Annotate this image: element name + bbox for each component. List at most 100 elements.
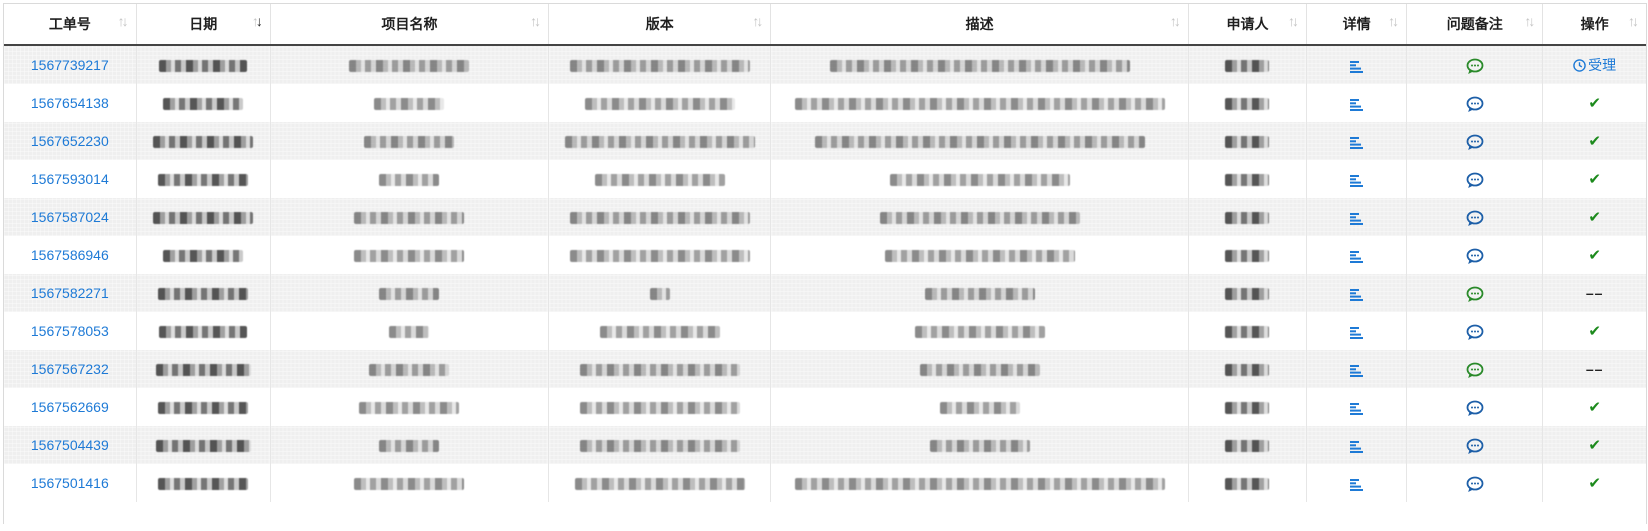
ticket-id-link[interactable]: 1567587024 bbox=[31, 209, 109, 225]
detail-lines-icon[interactable] bbox=[1350, 250, 1364, 264]
ticket-id-cell[interactable]: 1567652230 bbox=[4, 122, 137, 160]
ticket-id-cell[interactable]: 1567586946 bbox=[4, 236, 137, 274]
column-header-issue-note[interactable]: 问题备注 ↑↓ bbox=[1406, 4, 1544, 46]
redacted-text bbox=[914, 326, 1045, 339]
ticket-id-cell[interactable]: 1567567232 bbox=[4, 350, 137, 388]
ticket-id-link[interactable]: 1567504439 bbox=[31, 437, 109, 453]
ticket-id-cell[interactable]: 1567593014 bbox=[4, 160, 137, 198]
table-row[interactable]: 1567578053 ✔ bbox=[4, 312, 1646, 350]
detail-lines-icon[interactable] bbox=[1350, 326, 1364, 340]
table-row[interactable]: 1567582271 –– bbox=[4, 274, 1646, 312]
table-row[interactable]: 1567654138 ✔ bbox=[4, 84, 1646, 122]
ticket-id-cell[interactable]: 1567739217 bbox=[4, 45, 137, 84]
ticket-id-cell[interactable]: 1567504439 bbox=[4, 426, 137, 464]
ticket-id-cell[interactable]: 1567562669 bbox=[4, 388, 137, 426]
ticket-id-link[interactable]: 1567582271 bbox=[31, 285, 109, 301]
table-row[interactable]: 1567586946 ✔ bbox=[4, 236, 1646, 274]
column-header-version[interactable]: 版本 ↑↓ bbox=[548, 4, 772, 46]
ticket-id-link[interactable]: 1567654138 bbox=[31, 95, 109, 111]
sort-arrows-icon[interactable]: ↑↓ bbox=[1628, 13, 1639, 29]
redacted-text bbox=[158, 402, 249, 415]
ticket-id-link[interactable]: 1567739217 bbox=[31, 57, 109, 73]
description-cell bbox=[770, 160, 1189, 198]
sort-arrows-icon[interactable]: ↑↓ bbox=[1524, 13, 1535, 29]
detail-lines-icon[interactable] bbox=[1350, 174, 1364, 188]
project-name-cell bbox=[270, 426, 550, 464]
ticket-id-link[interactable]: 1567578053 bbox=[31, 323, 109, 339]
column-header-project-name[interactable]: 项目名称 ↑↓ bbox=[270, 4, 550, 46]
date-cell bbox=[136, 464, 271, 502]
detail-lines-icon[interactable] bbox=[1350, 440, 1364, 454]
table-row[interactable]: 1567504439 ✔ bbox=[4, 426, 1646, 464]
detail-lines-icon[interactable] bbox=[1350, 60, 1364, 74]
table-row[interactable]: 1567567232 –– bbox=[4, 350, 1646, 388]
ticket-id-cell[interactable]: 1567654138 bbox=[4, 84, 137, 122]
chat-bubble-icon[interactable] bbox=[1466, 438, 1484, 454]
redacted-text bbox=[364, 136, 455, 149]
chat-bubble-icon[interactable] bbox=[1466, 210, 1484, 226]
sort-arrows-icon[interactable]: ↑↓ bbox=[1170, 13, 1181, 29]
sort-arrows-icon[interactable]: ↑↓ bbox=[530, 13, 541, 29]
redacted-text bbox=[158, 478, 249, 491]
project-name-cell bbox=[270, 388, 550, 426]
detail-lines-icon[interactable] bbox=[1350, 98, 1364, 112]
ticket-id-link[interactable]: 1567593014 bbox=[31, 171, 109, 187]
chat-bubble-icon[interactable] bbox=[1466, 134, 1484, 150]
ticket-id-link[interactable]: 1567567232 bbox=[31, 361, 109, 377]
ticket-id-link[interactable]: 1567586946 bbox=[31, 247, 109, 263]
no-action-dash: –– bbox=[1585, 285, 1604, 301]
chat-bubble-icon[interactable] bbox=[1466, 324, 1484, 340]
detail-lines-icon[interactable] bbox=[1350, 478, 1364, 492]
ticket-id-cell[interactable]: 1567501416 bbox=[4, 464, 137, 502]
chat-bubble-icon[interactable] bbox=[1466, 286, 1484, 302]
chat-bubble-icon[interactable] bbox=[1466, 362, 1484, 378]
chat-bubble-icon[interactable] bbox=[1466, 400, 1484, 416]
table-row[interactable]: 1567593014 ✔ bbox=[4, 160, 1646, 198]
ticket-id-link[interactable]: 1567501416 bbox=[31, 475, 109, 491]
chat-bubble-icon[interactable] bbox=[1466, 248, 1484, 264]
applicant-cell bbox=[1188, 198, 1308, 236]
detail-lines-icon[interactable] bbox=[1350, 402, 1364, 416]
column-header-action[interactable]: 操作 ↑↓ bbox=[1542, 4, 1646, 46]
issue-note-cell bbox=[1406, 312, 1544, 350]
accept-button[interactable]: 受理 bbox=[1573, 57, 1616, 73]
clock-icon bbox=[1573, 57, 1588, 73]
chat-bubble-icon[interactable] bbox=[1466, 96, 1484, 112]
detail-lines-icon[interactable] bbox=[1350, 212, 1364, 226]
table-row[interactable]: 1567587024 ✔ bbox=[4, 198, 1646, 236]
date-cell bbox=[136, 45, 271, 84]
detail-lines-icon[interactable] bbox=[1350, 136, 1364, 150]
chat-bubble-icon[interactable] bbox=[1466, 172, 1484, 188]
table-row[interactable]: 1567501416 ✔ bbox=[4, 464, 1646, 502]
date-cell bbox=[136, 236, 271, 274]
no-action-dash: –– bbox=[1585, 361, 1604, 377]
table-row[interactable]: 1567652230 ✔ bbox=[4, 122, 1646, 160]
description-cell bbox=[770, 122, 1189, 160]
ticket-id-cell[interactable]: 1567578053 bbox=[4, 312, 137, 350]
sort-arrows-icon[interactable]: ↑↓ bbox=[1388, 13, 1399, 29]
chat-bubble-icon[interactable] bbox=[1466, 58, 1484, 74]
detail-lines-icon[interactable] bbox=[1350, 288, 1364, 302]
ticket-id-cell[interactable]: 1567582271 bbox=[4, 274, 137, 312]
issue-note-cell bbox=[1406, 426, 1544, 464]
sort-arrows-icon[interactable]: ↑↓ bbox=[118, 13, 129, 29]
details-cell bbox=[1306, 45, 1408, 84]
sort-arrows-icon[interactable]: ↑↓ bbox=[252, 13, 263, 29]
table-row[interactable]: 1567562669 ✔ bbox=[4, 388, 1646, 426]
column-header-ticket-id[interactable]: 工单号 ↑↓ bbox=[4, 4, 137, 46]
sort-arrows-icon[interactable]: ↑↓ bbox=[1288, 13, 1299, 29]
column-header-details[interactable]: 详情 ↑↓ bbox=[1306, 4, 1408, 46]
column-header-date[interactable]: 日期 ↑↓ bbox=[136, 4, 271, 46]
chat-bubble-icon[interactable] bbox=[1466, 476, 1484, 492]
detail-lines-icon[interactable] bbox=[1350, 364, 1364, 378]
column-header-description[interactable]: 描述 ↑↓ bbox=[770, 4, 1189, 46]
table-row[interactable]: 1567739217 受理 bbox=[4, 45, 1646, 84]
check-icon: ✔ bbox=[1588, 399, 1601, 416]
column-header-applicant[interactable]: 申请人 ↑↓ bbox=[1188, 4, 1308, 46]
redacted-text bbox=[374, 98, 445, 111]
redacted-text bbox=[939, 402, 1020, 415]
ticket-id-cell[interactable]: 1567587024 bbox=[4, 198, 137, 236]
sort-arrows-icon[interactable]: ↑↓ bbox=[752, 13, 763, 29]
ticket-id-link[interactable]: 1567562669 bbox=[31, 399, 109, 415]
ticket-id-link[interactable]: 1567652230 bbox=[31, 133, 109, 149]
